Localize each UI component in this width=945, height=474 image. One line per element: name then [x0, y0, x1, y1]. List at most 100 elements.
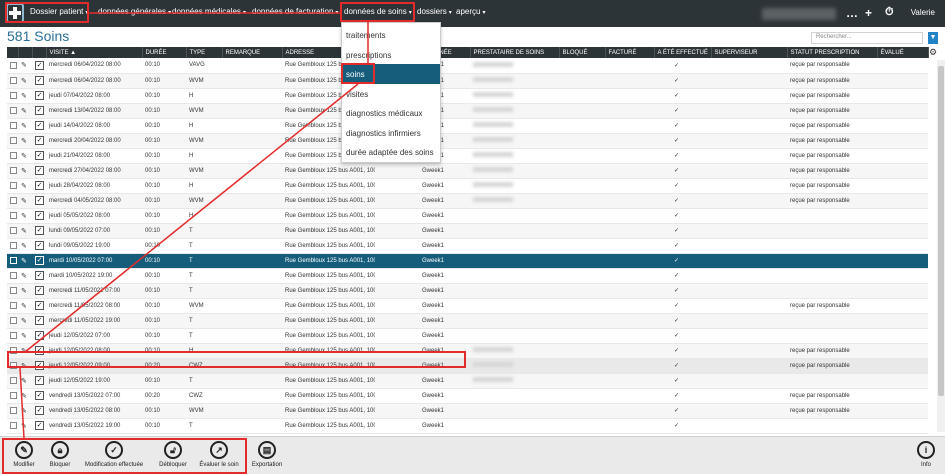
table-row[interactable]: ✎ ✓ jeudi 05/05/2022 08:00 00:10 H Rue Gemblo… [7, 208, 928, 224]
row-checkbox[interactable] [10, 286, 17, 294]
table-row[interactable]: ✎ ✓ mercredi 11/05/2022 07:00 00:10 T Rue Gem… [7, 283, 928, 299]
checked-box-icon[interactable]: ✓ [35, 241, 44, 250]
checked-box-icon[interactable]: ✓ [35, 60, 44, 70]
checked-box-icon[interactable]: ✓ [35, 331, 44, 340]
table-row[interactable]: ✎ ✓ lundi 09/05/2022 19:00 00:10 T Rue Gemblo… [7, 238, 928, 254]
checked-box-icon[interactable]: ✓ [35, 226, 44, 235]
search-input[interactable]: Rechercher... [811, 32, 923, 44]
checked-box-icon[interactable]: ✓ [35, 76, 44, 85]
col-remark[interactable]: REMARQUE [222, 47, 283, 58]
menu-general-data[interactable]: données générales ▾ [98, 7, 171, 16]
checked-box-icon[interactable]: ✓ [35, 151, 44, 160]
pencil-icon[interactable]: ✎ [21, 258, 27, 265]
col-visit[interactable]: VISITE ▲ [46, 47, 143, 58]
checked-box-icon[interactable]: ✓ [35, 256, 44, 265]
row-checkbox[interactable] [10, 226, 17, 234]
table-row[interactable]: ✎ ✓ vendredi 13/05/2022 19:00 00:10 T Rue Gem… [7, 418, 928, 434]
row-checkbox[interactable] [10, 196, 17, 204]
checked-box-icon[interactable]: ✓ [35, 211, 44, 220]
pencil-icon[interactable]: ✎ [21, 303, 27, 310]
vertical-scrollbar[interactable] [937, 60, 945, 432]
pencil-icon[interactable]: ✎ [21, 153, 27, 160]
col-caregiver[interactable]: PRESTATAIRE DE SOINS [470, 47, 560, 58]
row-checkbox[interactable] [10, 211, 17, 219]
filter-icon[interactable]: ▼ [928, 32, 938, 44]
pencil-icon[interactable]: ✎ [21, 243, 27, 250]
checked-box-icon[interactable]: ✓ [35, 121, 44, 130]
row-checkbox[interactable] [10, 166, 17, 174]
col-type[interactable]: TYPE [186, 47, 223, 58]
pencil-icon[interactable]: ✎ [21, 93, 27, 100]
table-row[interactable]: ✎ ✓ mercredi 06/04/2022 08:00 00:10 WVM Rue G… [7, 73, 928, 89]
col-blocked[interactable]: BLOQUÉ [559, 47, 606, 58]
menu-billing-data[interactable]: données de facturation ▾ [252, 7, 338, 16]
table-row[interactable]: ✎ ✓ mercredi 11/05/2022 19:00 00:10 T Rue Gem… [7, 313, 928, 329]
table-row[interactable]: ✎ ✓ mardi 10/05/2022 19:00 00:10 T Rue Gemblo… [7, 268, 928, 284]
dropdown-item-medical-diagnoses[interactable]: diagnostics médicaux [346, 109, 422, 118]
info-button[interactable]: i Info [916, 441, 936, 468]
row-checkbox[interactable] [10, 376, 17, 384]
checked-box-icon[interactable]: ✓ [35, 421, 44, 430]
table-row[interactable]: ✎ ✓ jeudi 28/04/2022 08:00 00:10 H Rue Gemblo… [7, 178, 928, 194]
checked-box-icon[interactable]: ✓ [35, 406, 44, 415]
table-row[interactable]: ✎ ✓ jeudi 21/04/2022 08:00 00:10 H Rue Gemblo… [7, 148, 928, 164]
row-checkbox[interactable] [10, 331, 17, 339]
pencil-icon[interactable]: ✎ [21, 273, 27, 280]
col-billed[interactable]: FACTURÉ [605, 47, 655, 58]
menu-medical-data[interactable]: données médicales ▾ [172, 7, 246, 16]
row-checkbox[interactable] [10, 151, 17, 159]
checked-box-icon[interactable]: ✓ [35, 286, 44, 295]
pencil-icon[interactable]: ✎ [21, 108, 27, 115]
checked-box-icon[interactable]: ✓ [35, 301, 44, 310]
row-checkbox[interactable] [10, 316, 17, 324]
pencil-icon[interactable]: ✎ [21, 228, 27, 235]
checked-box-icon[interactable]: ✓ [35, 376, 44, 385]
dropdown-item-prescriptions[interactable]: prescriptions [346, 51, 391, 60]
table-row[interactable]: ✎ ✓ jeudi 07/04/2022 08:00 00:10 H Rue Gemblo… [7, 88, 928, 104]
row-checkbox[interactable] [10, 121, 17, 129]
pencil-icon[interactable]: ✎ [21, 123, 27, 130]
row-checkbox[interactable] [10, 136, 17, 144]
pencil-icon[interactable]: ✎ [21, 213, 27, 220]
row-checkbox[interactable] [10, 256, 17, 264]
checked-box-icon[interactable]: ✓ [35, 316, 44, 325]
pencil-icon[interactable]: ✎ [21, 378, 27, 385]
row-checkbox[interactable] [10, 406, 17, 414]
table-row[interactable]: ✎ ✓ mercredi 13/04/2022 08:00 00:10 WVM Rue G… [7, 103, 928, 119]
row-checkbox[interactable] [10, 106, 17, 114]
table-row[interactable]: ✎ ✓ mercredi 06/04/2022 08:00 00:10 VAVG Rue … [7, 58, 928, 74]
checked-box-icon[interactable]: ✓ [35, 136, 44, 145]
dropdown-item-visits[interactable]: visites [346, 90, 368, 99]
checked-box-icon[interactable]: ✓ [35, 196, 44, 205]
checked-box-icon[interactable]: ✓ [35, 391, 44, 400]
checked-box-icon[interactable]: ✓ [35, 271, 44, 280]
gear-icon[interactable]: ⚙ [929, 47, 937, 58]
pencil-icon[interactable]: ✎ [21, 423, 27, 430]
table-row[interactable]: ✎ ✓ mercredi 11/05/2022 08:00 00:10 WVM Rue G… [7, 298, 928, 314]
table-row[interactable]: ✎ ✓ jeudi 14/04/2022 08:00 00:10 H Rue Gemblo… [7, 118, 928, 134]
pencil-icon[interactable]: ✎ [21, 198, 27, 205]
row-checkbox[interactable] [10, 301, 17, 309]
menu-files[interactable]: dossiers ▾ [417, 7, 452, 16]
pencil-icon[interactable]: ✎ [21, 138, 27, 145]
table-row[interactable]: ✎ ✓ jeudi 12/05/2022 07:00 00:10 T Rue Gemblo… [7, 328, 928, 344]
export-button[interactable]: ▤ Exportation [249, 441, 285, 468]
pencil-icon[interactable]: ✎ [21, 288, 27, 295]
table-row[interactable]: ✎ ✓ mercredi 20/04/2022 08:00 00:10 WVM Rue G… [7, 133, 928, 149]
add-icon[interactable]: + [865, 6, 872, 20]
row-checkbox[interactable] [10, 391, 17, 399]
row-checkbox[interactable] [10, 271, 17, 279]
pencil-icon[interactable]: ✎ [21, 408, 27, 415]
user-name[interactable]: Valerie [911, 8, 935, 17]
scrollbar-thumb[interactable] [938, 66, 944, 396]
row-checkbox[interactable] [10, 421, 17, 429]
row-checkbox[interactable] [10, 61, 17, 69]
row-checkbox[interactable] [10, 181, 17, 189]
table-row[interactable]: ✎ ✓ vendredi 13/05/2022 08:00 00:10 WVM Rue G… [7, 403, 928, 419]
pencil-icon[interactable]: ✎ [21, 318, 27, 325]
table-row[interactable]: ✎ ✓ mardi 10/05/2022 07:00 00:10 T Rue Gemblo… [7, 253, 928, 269]
pencil-icon[interactable]: ✎ [21, 333, 27, 340]
timer-icon[interactable]: ⏱ [885, 6, 894, 19]
more-icon[interactable]: … [846, 6, 858, 20]
col-evaluated[interactable]: ÉVALUÉ [877, 47, 929, 58]
